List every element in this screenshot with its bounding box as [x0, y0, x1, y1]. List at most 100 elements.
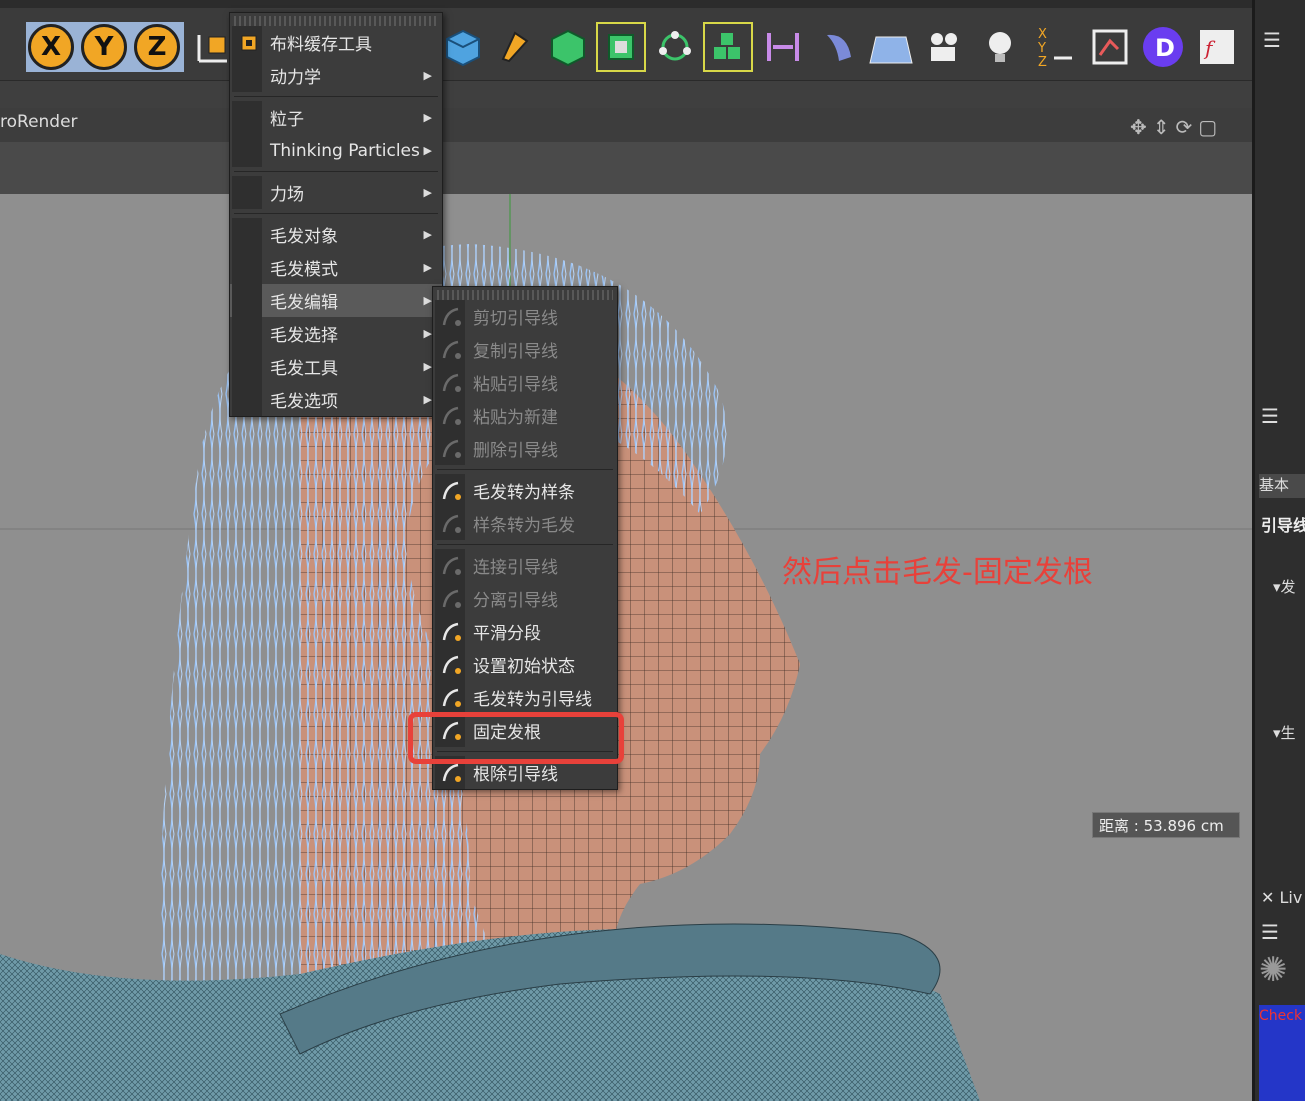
menu-item-0[interactable]: 布料缓存工具 — [230, 26, 442, 59]
submenu-item-split-guides[interactable]: 分离引导线 — [433, 582, 617, 615]
guides-label: 引导线 — [1261, 516, 1305, 535]
viewport-navigation-icons[interactable]: ✥⇕⟳▢ — [1130, 115, 1223, 139]
connect-icon[interactable] — [758, 22, 808, 72]
submenu-item-smooth-segments[interactable]: 平滑分段 — [433, 615, 617, 648]
light-icon[interactable] — [975, 22, 1025, 72]
menu-item-3[interactable]: Thinking Particles ▶ — [230, 134, 442, 167]
submenu-item-paste-as-new[interactable]: 粘贴为新建 — [433, 399, 617, 432]
x-axis-button[interactable]: X — [28, 24, 74, 70]
octane-logo-icon: ✺ — [1259, 950, 1288, 990]
submenu-item-label: 根除引导线 — [473, 765, 558, 785]
extrude-icon[interactable] — [596, 22, 646, 72]
menu-item-icon — [234, 352, 264, 382]
plugin-d-icon[interactable]: D — [1138, 22, 1188, 72]
camera-icon[interactable] — [920, 22, 970, 72]
split-guides-icon — [437, 584, 467, 614]
svg-text:Y: Y — [1037, 41, 1046, 56]
menu-item-2[interactable]: 粒子 ▶ — [230, 101, 442, 134]
hair-to-guides-icon — [437, 683, 467, 713]
submenu-grip — [437, 290, 613, 300]
z-axis-button[interactable]: Z — [134, 24, 180, 70]
submenu-arrow-icon: ▶ — [423, 69, 432, 82]
menu-item-1[interactable]: 动力学 ▶ — [230, 59, 442, 92]
submenu-item-label: 毛发转为样条 — [473, 483, 575, 503]
submenu-arrow-icon: ▶ — [423, 144, 432, 157]
menu-item-label: 力场 — [270, 185, 304, 205]
viewport-header — [0, 108, 1252, 142]
cloth-cache-icon — [234, 28, 264, 58]
submenu-arrow-icon: ▶ — [423, 111, 432, 124]
menu-separator — [437, 544, 613, 545]
copy-guides-icon — [437, 335, 467, 365]
submenu-item-label: 固定发根 — [473, 723, 541, 743]
submenu-item-set-initial-state[interactable]: 设置初始状态 — [433, 648, 617, 681]
submenu-item-hair-to-guides[interactable]: 毛发转为引导线 — [433, 681, 617, 714]
live-panel-tab[interactable]: ✕ Liv — [1261, 888, 1302, 907]
submenu-item-label: 连接引导线 — [473, 558, 558, 578]
menu-item-label: Thinking Particles — [270, 140, 420, 161]
menu-item-icon — [234, 178, 264, 208]
hair-to-spline-icon — [437, 476, 467, 506]
menu-item-icon — [234, 385, 264, 415]
menu-item-label: 毛发工具 — [270, 359, 338, 379]
subdivision-icon[interactable] — [543, 22, 593, 72]
array-icon[interactable] — [650, 22, 700, 72]
tab-basic[interactable]: 基本 — [1259, 474, 1305, 498]
menu-item-label: 毛发模式 — [270, 260, 338, 280]
menu-item-7[interactable]: 毛发编辑 ▶ — [230, 284, 442, 317]
submenu-item-paste-guides[interactable]: 粘贴引导线 — [433, 366, 617, 399]
menu-grip — [234, 16, 438, 26]
graph-icon[interactable] — [1085, 22, 1135, 72]
check-label: Check — [1259, 1008, 1303, 1024]
live-menu-icon[interactable]: ☰ — [1261, 920, 1279, 944]
set-initial-state-icon — [437, 650, 467, 680]
svg-text:D: D — [1155, 34, 1175, 62]
menu-separator — [234, 213, 438, 214]
uproot-guides-icon — [437, 758, 467, 788]
floor-icon[interactable] — [866, 22, 916, 72]
submenu-arrow-icon: ▶ — [423, 294, 432, 307]
menu-hamburger-icon[interactable]: ☰ — [1263, 28, 1281, 52]
submenu-item-copy-guides[interactable]: 复制引导线 — [433, 333, 617, 366]
menu-item-4[interactable]: 力场 ▶ — [230, 176, 442, 209]
submenu-arrow-icon: ▶ — [423, 327, 432, 340]
connect-guides-icon — [437, 551, 467, 581]
menu-item-8[interactable]: 毛发选择 ▶ — [230, 317, 442, 350]
smooth-segments-icon — [437, 617, 467, 647]
menu-item-icon — [234, 103, 264, 133]
cube-icon[interactable] — [438, 22, 488, 72]
paste-guides-icon — [437, 368, 467, 398]
cloner-icon[interactable] — [703, 22, 753, 72]
submenu-item-delete-guides[interactable]: 删除引导线 — [433, 432, 617, 465]
3d-viewport[interactable] — [0, 194, 1252, 1101]
fix-roots-icon — [437, 716, 467, 746]
menu-item-label: 动力学 — [270, 68, 321, 88]
pen-icon[interactable] — [490, 22, 540, 72]
submenu-item-cut-guides[interactable]: 剪切引导线 — [433, 300, 617, 333]
section-hair[interactable]: ▾发 — [1273, 576, 1296, 597]
submenu-item-hair-to-spline[interactable]: 毛发转为样条 — [433, 474, 617, 507]
submenu-item-spline-to-hair[interactable]: 样条转为毛发 — [433, 507, 617, 540]
menu-separator — [437, 469, 613, 470]
menu-item-9[interactable]: 毛发工具 ▶ — [230, 350, 442, 383]
menu-item-6[interactable]: 毛发模式 ▶ — [230, 251, 442, 284]
menu-item-10[interactable]: 毛发选项 ▶ — [230, 383, 442, 416]
live-label: Liv — [1279, 888, 1303, 907]
function-icon[interactable]: f — [1192, 22, 1242, 72]
menu-item-label: 毛发选择 — [270, 326, 338, 346]
deformer-icon[interactable] — [812, 22, 862, 72]
submenu-item-label: 删除引导线 — [473, 441, 558, 461]
attributes-menu-icon[interactable]: ☰ — [1261, 404, 1279, 428]
submenu-arrow-icon: ▶ — [423, 228, 432, 241]
menu-separator — [234, 171, 438, 172]
submenu-item-label: 毛发转为引导线 — [473, 690, 592, 710]
menu-item-5[interactable]: 毛发对象 ▶ — [230, 218, 442, 251]
section-generate[interactable]: ▾生 — [1273, 722, 1296, 743]
delete-guides-icon — [437, 434, 467, 464]
menu-item-label: 毛发对象 — [270, 227, 338, 247]
submenu-item-connect-guides[interactable]: 连接引导线 — [433, 549, 617, 582]
simulate-menu: 布料缓存工具 动力学 ▶ 粒子 ▶ Thinking Particles ▶ 力场 ▶ 毛发对象 ▶… — [229, 12, 443, 417]
menu-item-label: 粒子 — [270, 110, 304, 130]
y-axis-button[interactable]: Y — [81, 24, 127, 70]
xyz-transfer-icon[interactable]: XYZ — [1030, 22, 1080, 72]
